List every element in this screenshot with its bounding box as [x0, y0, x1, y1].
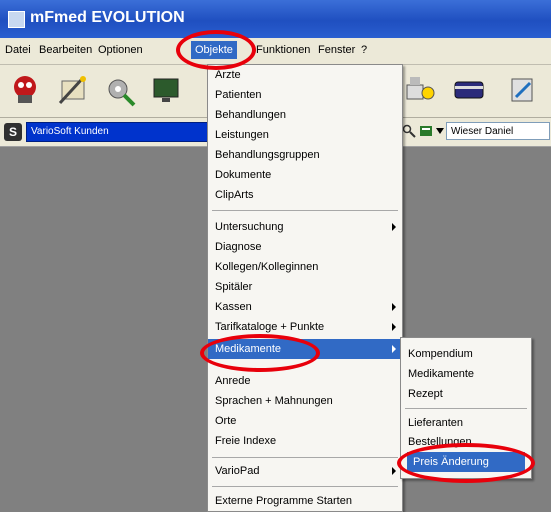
submenu-item-medikamente[interactable]: Medikamente	[401, 364, 531, 384]
menu-item-kassen[interactable]: Kassen	[208, 297, 402, 317]
submenu-item-lieferanten[interactable]: Lieferanten	[401, 413, 531, 433]
menu-item-kollegen[interactable]: Kollegen/Kolleginnen	[208, 257, 402, 277]
wand-icon[interactable]	[56, 73, 90, 107]
chevron-down-icon[interactable]	[436, 128, 444, 134]
menu-item-label: Tarifkataloge + Punkte	[215, 321, 325, 333]
menu-item-anrede[interactable]: Anrede	[208, 371, 402, 391]
menu-item-behandlungen[interactable]: Behandlungen	[208, 105, 402, 125]
monitor-icon[interactable]	[150, 73, 184, 107]
search-icon[interactable]	[402, 124, 416, 138]
menu-separator	[405, 408, 527, 409]
submenu-arrow-icon	[392, 323, 396, 331]
menu-item-untersuchung[interactable]: Untersuchung	[208, 217, 402, 237]
menu-item-medikamente[interactable]: Medikamente	[208, 339, 402, 359]
app-icon	[8, 11, 25, 28]
card-icon[interactable]	[452, 73, 486, 107]
kunden-selector[interactable]: VarioSoft Kunden	[26, 122, 214, 142]
menu-item-label: Kassen	[215, 301, 252, 313]
menu-fenster[interactable]: Fenster	[318, 44, 355, 56]
menu-item-spitaeler[interactable]: Spitäler	[208, 277, 402, 297]
menu-item-behandlungsgruppen[interactable]: Behandlungsgruppen	[208, 145, 402, 165]
submenu-arrow-icon	[392, 223, 396, 231]
menu-bar: Datei Bearbeiten Optionen Objekte Funkti…	[0, 38, 551, 65]
menu-item-tarifkataloge[interactable]: Tarifkataloge + Punkte	[208, 317, 402, 337]
menu-help[interactable]: ?	[361, 44, 367, 56]
menu-item-leistungen[interactable]: Leistungen	[208, 125, 402, 145]
menu-item-aerzte[interactable]: Ärzte	[208, 65, 402, 85]
menu-item-patienten[interactable]: Patienten	[208, 85, 402, 105]
menu-objekte[interactable]: Objekte	[191, 41, 237, 59]
red-bot-icon[interactable]	[8, 73, 42, 107]
title-bar: mFmed EVOLUTION	[0, 0, 551, 38]
submenu-arrow-icon	[392, 345, 396, 353]
menu-item-externe-programme[interactable]: Externe Programme Starten	[208, 491, 402, 511]
menu-item-orte[interactable]: Orte	[208, 411, 402, 431]
kunden-icon[interactable]: S	[4, 123, 22, 141]
menu-item-variopad[interactable]: VarioPad	[208, 461, 402, 481]
menu-datei[interactable]: Datei	[5, 44, 31, 56]
menu-separator	[212, 457, 398, 458]
user-list-icon[interactable]	[418, 123, 434, 139]
menu-item-dokumente[interactable]: Dokumente	[208, 165, 402, 185]
submenu-arrow-icon	[392, 467, 396, 475]
menu-item-freie-indexe[interactable]: Freie Indexe	[208, 431, 402, 451]
submenu-item-preis-aenderung[interactable]: Preis Änderung	[407, 452, 525, 472]
submenu-item-bestellungen[interactable]: Bestellungen	[401, 432, 531, 452]
menu-item-sprachen[interactable]: Sprachen + Mahnungen	[208, 391, 402, 411]
menu-item-diagnose[interactable]: Diagnose	[208, 237, 402, 257]
user-selector[interactable]: Wieser Daniel	[446, 122, 550, 140]
menu-funktionen[interactable]: Funktionen	[256, 44, 310, 56]
medikamente-submenu: Kompendium Medikamente Rezept Lieferante…	[400, 337, 532, 479]
scanner-icon[interactable]	[404, 73, 438, 107]
submenu-arrow-icon	[392, 303, 396, 311]
menu-item-cliparts[interactable]: ClipArts	[208, 185, 402, 205]
submenu-item-rezept[interactable]: Rezept	[401, 384, 531, 404]
menu-optionen[interactable]: Optionen	[98, 44, 143, 56]
menu-separator	[212, 210, 398, 211]
menu-separator	[212, 486, 398, 487]
objekte-menu: Ärzte Patienten Behandlungen Leistungen …	[207, 64, 403, 512]
menu-item-label: VarioPad	[215, 465, 260, 477]
menu-bearbeiten[interactable]: Bearbeiten	[39, 44, 92, 56]
menu-item-label: Medikamente	[215, 343, 282, 355]
tools-icon[interactable]	[506, 73, 540, 107]
gear-wrench-icon[interactable]	[104, 73, 138, 107]
menu-item-label: Untersuchung	[215, 221, 284, 233]
submenu-item-kompendium[interactable]: Kompendium	[401, 344, 531, 364]
window-title: mFmed EVOLUTION	[30, 9, 185, 26]
